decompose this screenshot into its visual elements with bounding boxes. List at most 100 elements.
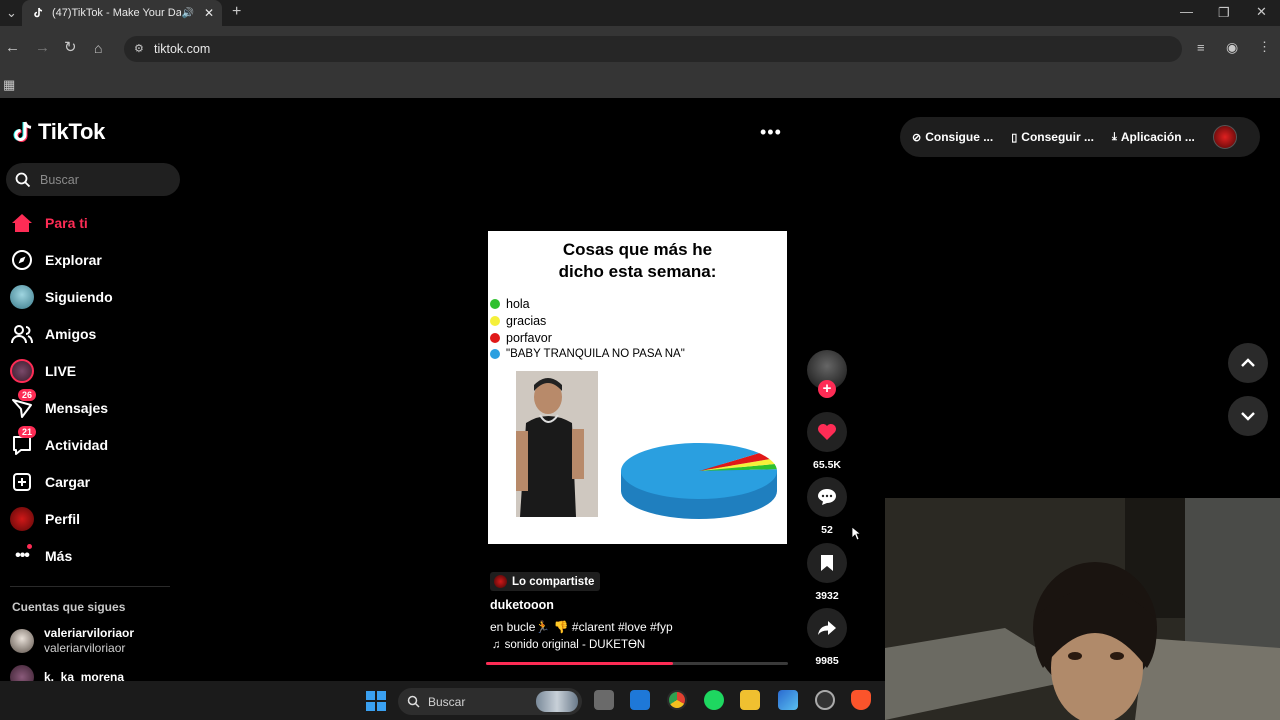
taskbar-search[interactable]: Buscar	[398, 688, 582, 715]
obs-icon[interactable]	[815, 690, 835, 710]
download-app-button[interactable]: ⤓ Aplicación ...	[1112, 130, 1195, 144]
comment-button[interactable]	[807, 477, 847, 517]
following-avatar-icon	[10, 285, 34, 309]
nav-label: Actividad	[45, 437, 109, 453]
tiktok-logo[interactable]: TikTok	[12, 119, 105, 145]
legend-dot	[490, 349, 500, 359]
restore-icon[interactable]: ❐	[1218, 6, 1230, 20]
like-action[interactable]: 65.5K	[807, 412, 847, 471]
search-input[interactable]: Buscar	[6, 163, 180, 196]
close-window-icon[interactable]: ✕	[1256, 5, 1267, 19]
save-action[interactable]: 3932	[807, 543, 847, 602]
more-icon: •••	[10, 544, 34, 568]
share-arrow-icon	[818, 621, 836, 635]
home-button-icon[interactable]: ⌂	[94, 41, 102, 55]
nav-label: Más	[45, 548, 73, 564]
save-button[interactable]	[807, 543, 847, 583]
chevron-up-icon	[1241, 358, 1255, 367]
nav-label: Explorar	[45, 252, 102, 268]
mouse-cursor-icon	[851, 526, 861, 541]
browser-tab[interactable]: (47)TikTok - Make Your Day 🔊 ✕	[22, 0, 222, 26]
minimize-icon[interactable]: —	[1180, 5, 1193, 19]
nav-item-perfil[interactable]: Perfil	[10, 507, 80, 531]
like-button[interactable]	[807, 412, 847, 452]
close-tab-icon[interactable]: ✕	[204, 6, 214, 20]
get-coins-button[interactable]: ⊘ Consigue ...	[912, 130, 993, 144]
get-app-button[interactable]: ▯ Conseguir ...	[1011, 130, 1094, 144]
nav-item-cargar[interactable]: Cargar	[10, 470, 90, 494]
next-video-button[interactable]	[1228, 396, 1268, 436]
bookmarks-bar: ▦	[0, 72, 1280, 98]
legend-dot	[490, 299, 500, 309]
following-account[interactable]: valeriarviloriaor valeriarviloriaor	[10, 626, 134, 656]
follow-plus-icon[interactable]: +	[818, 380, 836, 398]
legend-item: porfavor	[490, 331, 552, 345]
menu-icon[interactable]: ⋮	[1258, 40, 1271, 54]
store-icon[interactable]	[630, 690, 650, 710]
pill-label: Consigue ...	[925, 130, 994, 144]
following-title: Cuentas que sigues	[12, 600, 126, 614]
nav-item-amigos[interactable]: Amigos	[10, 322, 96, 346]
forward-icon[interactable]: →	[35, 40, 50, 55]
address-bar[interactable]: ⚙ tiktok.com	[124, 36, 1182, 62]
pie-chart	[621, 443, 777, 519]
back-icon[interactable]: ←	[5, 40, 20, 55]
site-info-icon[interactable]: ⚙	[134, 42, 144, 55]
nav-item-mas[interactable]: ••• Más	[10, 544, 72, 568]
video-sound[interactable]: ♫ sonido original - DUKETƟN	[492, 639, 645, 651]
nav-item-live[interactable]: LIVE	[10, 359, 76, 383]
profile-icon[interactable]: ◉	[1226, 40, 1238, 54]
nav-item-explorar[interactable]: Explorar	[10, 248, 102, 272]
speaker-icon[interactable]: 🔊	[181, 8, 193, 19]
top-actions-bar: ⊘ Consigue ... ▯ Conseguir ... ⤓ Aplicación…	[900, 117, 1260, 157]
sound-label: sonido original - DUKETƟN	[504, 639, 646, 651]
webcam-overlay	[885, 498, 1280, 720]
nav-label: Cargar	[45, 474, 91, 490]
tab-title: (47)TikTok - Make Your Day	[52, 7, 182, 19]
chevron-down-icon	[1241, 412, 1255, 421]
nav-item-actividad[interactable]: 21 Actividad	[10, 426, 109, 457]
share-button[interactable]	[807, 608, 847, 648]
more-options-icon[interactable]: •••	[760, 122, 782, 143]
bookmark-icon	[821, 555, 833, 571]
nav-item-mensajes[interactable]: 26 Mensajes	[10, 389, 108, 420]
apps-grid-icon[interactable]: ▦	[3, 78, 15, 92]
comment-action[interactable]: 52	[807, 477, 847, 536]
spotify-icon[interactable]	[704, 690, 724, 710]
reload-icon[interactable]: ↻	[64, 40, 77, 55]
pill-label: Conseguir ...	[1021, 130, 1094, 144]
activity-badge: 21	[18, 426, 37, 438]
comment-count: 52	[821, 524, 833, 536]
task-view-icon[interactable]	[594, 690, 614, 710]
app-icon[interactable]	[778, 690, 798, 710]
nav-item-para-ti[interactable]: Para ti	[10, 211, 88, 235]
creator-avatar[interactable]: +	[807, 350, 847, 398]
tab-search-icon[interactable]: ⌄	[6, 6, 17, 20]
phone-icon: ▯	[1011, 131, 1018, 144]
file-explorer-icon[interactable]	[740, 690, 760, 710]
video-progress-bar[interactable]	[486, 662, 788, 665]
meme-title-line: dicho esta semana:	[558, 262, 717, 281]
start-button[interactable]	[366, 691, 386, 711]
save-count: 3932	[815, 590, 839, 602]
brand-name: TikTok	[38, 119, 106, 144]
nav-label: Para ti	[45, 215, 88, 231]
brave-icon[interactable]	[851, 690, 871, 710]
nav-item-siguiendo[interactable]: Siguiendo	[10, 285, 113, 309]
coin-icon: ⊘	[912, 131, 922, 144]
video-author[interactable]: duketooon	[490, 598, 554, 612]
legend-dot	[490, 316, 500, 326]
chrome-icon[interactable]	[667, 690, 687, 710]
share-action[interactable]: 9985	[807, 608, 847, 667]
taskbar-search-label: Buscar	[428, 694, 466, 709]
user-avatar[interactable]	[1212, 125, 1237, 149]
video-player[interactable]: Cosas que más he dicho esta semana: hola…	[488, 231, 787, 544]
media-control-icon[interactable]: ≡	[1197, 41, 1205, 55]
live-avatar-icon	[10, 359, 34, 383]
legend-dot	[490, 333, 500, 343]
like-count: 65.5K	[812, 459, 842, 471]
new-tab-icon[interactable]: +	[232, 4, 241, 20]
previous-video-button[interactable]	[1228, 343, 1268, 383]
share-count: 9985	[815, 655, 839, 667]
avatar	[10, 629, 34, 653]
